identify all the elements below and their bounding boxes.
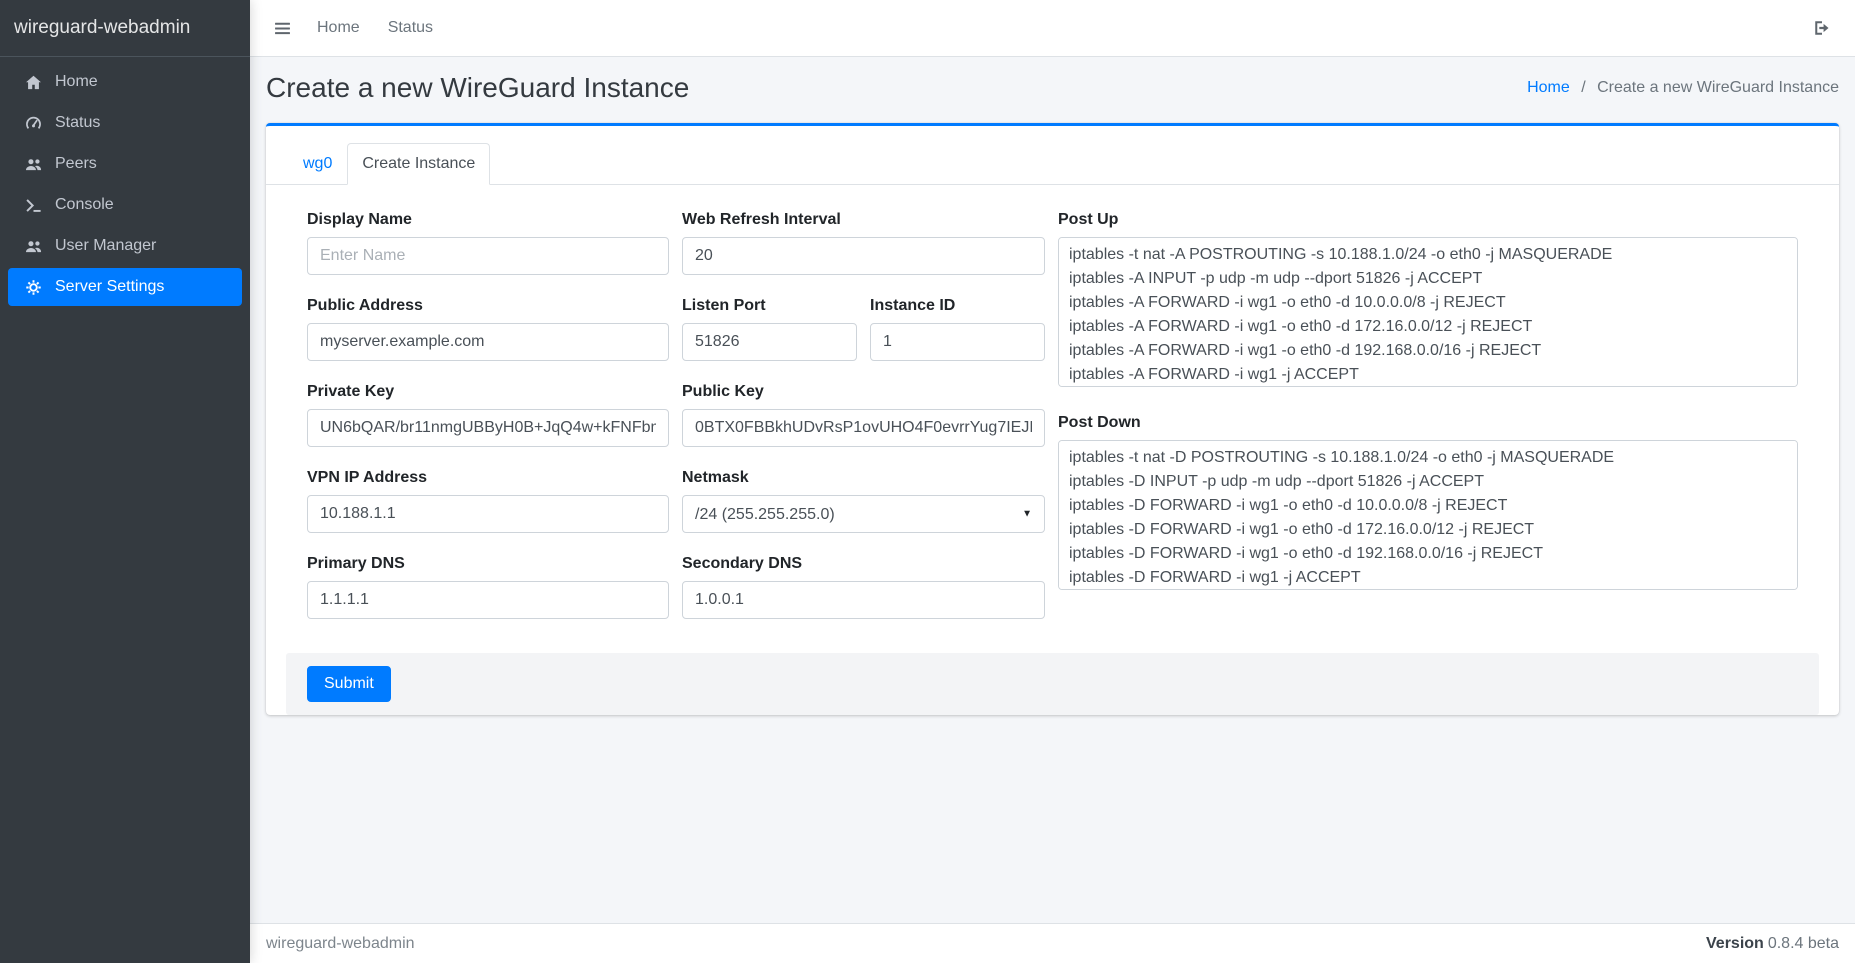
brand-text: wireguard-webadmin: [14, 17, 190, 39]
display-name-label: Display Name: [307, 211, 669, 229]
create-instance-card: wg0 Create Instance Display Name Public …: [266, 123, 1839, 715]
primary-dns-input[interactable]: [307, 581, 669, 619]
field-primary-dns: Primary DNS: [307, 555, 669, 619]
tab-wg0[interactable]: wg0: [288, 143, 347, 185]
navbar-link-status[interactable]: Status: [374, 19, 447, 37]
post-up-textarea[interactable]: iptables -t nat -A POSTROUTING -s 10.188…: [1058, 237, 1798, 387]
field-public-key: Public Key: [682, 383, 1045, 447]
netmask-label: Netmask: [682, 469, 1045, 487]
content-header: Create a new WireGuard Instance Home / C…: [250, 57, 1855, 123]
form-footer: Submit: [286, 653, 1819, 715]
form-column-2: Web Refresh Interval Listen Port Instanc…: [682, 211, 1045, 641]
post-down-textarea[interactable]: iptables -t nat -D POSTROUTING -s 10.188…: [1058, 440, 1798, 590]
sidebar-item-label: Peers: [55, 155, 97, 173]
vpn-ip-input[interactable]: [307, 495, 669, 533]
page-footer: wireguard-webadmin Version0.8.4 beta: [250, 923, 1855, 963]
web-refresh-interval-label: Web Refresh Interval: [682, 211, 1045, 229]
field-web-refresh-interval: Web Refresh Interval: [682, 211, 1045, 275]
field-listen-port: Listen Port: [682, 297, 857, 361]
navbar-link-home[interactable]: Home: [303, 19, 374, 37]
secondary-dns-label: Secondary DNS: [682, 555, 1045, 573]
instance-id-label: Instance ID: [870, 297, 1045, 315]
field-private-key: Private Key: [307, 383, 669, 447]
post-down-label: Post Down: [1058, 414, 1798, 432]
field-vpn-ip: VPN IP Address: [307, 469, 669, 533]
field-instance-id: Instance ID: [870, 297, 1045, 361]
breadcrumb-current: Create a new WireGuard Instance: [1597, 79, 1839, 96]
brand-link[interactable]: wireguard-webadmin: [0, 0, 250, 57]
terminal-icon: [22, 197, 44, 214]
sidebar: wireguard-webadmin Home Status Peers Co: [0, 0, 250, 963]
sidebar-item-label: User Manager: [55, 237, 156, 255]
public-address-input[interactable]: [307, 323, 669, 361]
field-post-down: Post Down iptables -t nat -D POSTROUTING…: [1058, 414, 1798, 595]
sidebar-nav: Home Status Peers Console User Manager: [0, 57, 250, 306]
web-refresh-interval-input[interactable]: [682, 237, 1045, 275]
netmask-select[interactable]: /24 (255.255.255.0): [682, 495, 1045, 533]
instance-form: Display Name Public Address Private Key: [266, 185, 1839, 653]
sidebar-item-server-settings[interactable]: Server Settings: [8, 268, 242, 306]
sidebar-item-label: Server Settings: [55, 278, 164, 296]
field-public-address: Public Address: [307, 297, 669, 361]
top-navbar: Home Status: [250, 0, 1855, 57]
content: Create a new WireGuard Instance Home / C…: [250, 57, 1855, 923]
sidebar-item-label: Home: [55, 73, 98, 91]
vpn-ip-label: VPN IP Address: [307, 469, 669, 487]
gear-icon: [22, 279, 44, 296]
submit-button[interactable]: Submit: [307, 666, 391, 702]
primary-dns-label: Primary DNS: [307, 555, 669, 573]
users-icon: [22, 156, 44, 173]
tab-create-instance[interactable]: Create Instance: [347, 143, 490, 185]
display-name-input[interactable]: [307, 237, 669, 275]
breadcrumb: Home / Create a new WireGuard Instance: [1527, 79, 1839, 97]
version-label: Version: [1706, 935, 1764, 952]
field-port-and-id: Listen Port Instance ID: [682, 297, 1045, 361]
form-column-1: Display Name Public Address Private Key: [307, 211, 669, 641]
field-netmask: Netmask /24 (255.255.255.0) ▼: [682, 469, 1045, 533]
public-address-label: Public Address: [307, 297, 669, 315]
sidebar-item-label: Status: [55, 114, 100, 132]
footer-brand: wireguard-webadmin: [266, 935, 415, 953]
public-key-input[interactable]: [682, 409, 1045, 447]
home-icon: [22, 74, 44, 91]
field-secondary-dns: Secondary DNS: [682, 555, 1045, 619]
netmask-select-wrap: /24 (255.255.255.0) ▼: [682, 495, 1045, 533]
public-key-label: Public Key: [682, 383, 1045, 401]
sidebar-item-label: Console: [55, 196, 114, 214]
sidebar-item-status[interactable]: Status: [8, 104, 242, 142]
field-display-name: Display Name: [307, 211, 669, 275]
post-up-label: Post Up: [1058, 211, 1798, 229]
hamburger-menu-icon[interactable]: [262, 20, 303, 37]
private-key-input[interactable]: [307, 409, 669, 447]
instance-id-input[interactable]: [870, 323, 1045, 361]
sidebar-item-home[interactable]: Home: [8, 63, 242, 101]
instance-tabs: wg0 Create Instance: [266, 126, 1839, 185]
listen-port-input[interactable]: [682, 323, 857, 361]
gauge-icon: [22, 115, 44, 132]
main-column: Home Status Create a new WireGuard Insta…: [250, 0, 1855, 963]
field-post-up: Post Up iptables -t nat -A POSTROUTING -…: [1058, 211, 1798, 392]
listen-port-label: Listen Port: [682, 297, 857, 315]
users-icon: [22, 238, 44, 255]
private-key-label: Private Key: [307, 383, 669, 401]
breadcrumb-home-link[interactable]: Home: [1527, 79, 1570, 96]
logout-icon[interactable]: [1813, 19, 1831, 37]
form-column-3: Post Up iptables -t nat -A POSTROUTING -…: [1058, 211, 1798, 641]
sidebar-item-console[interactable]: Console: [8, 186, 242, 224]
page-title: Create a new WireGuard Instance: [266, 71, 689, 105]
secondary-dns-input[interactable]: [682, 581, 1045, 619]
footer-version: Version0.8.4 beta: [1706, 935, 1839, 953]
breadcrumb-separator: /: [1581, 79, 1585, 96]
sidebar-item-user-manager[interactable]: User Manager: [8, 227, 242, 265]
sidebar-item-peers[interactable]: Peers: [8, 145, 242, 183]
version-value: 0.8.4 beta: [1768, 935, 1839, 952]
